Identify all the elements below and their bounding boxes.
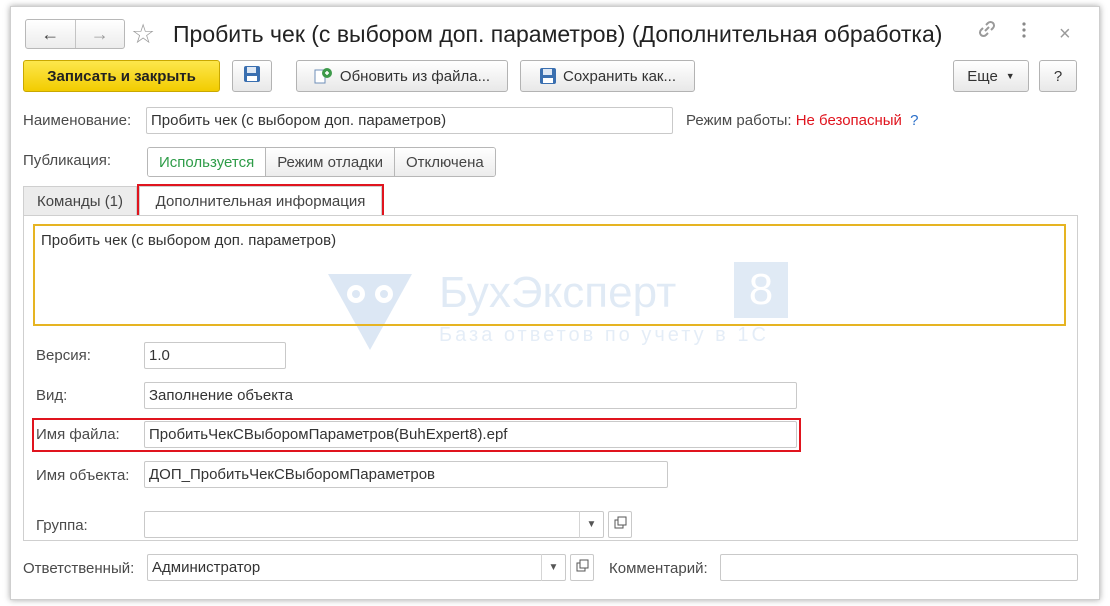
- description-textarea[interactable]: Пробить чек (с выбором доп. параметров): [33, 224, 1066, 326]
- forward-button[interactable]: →: [74, 20, 125, 48]
- open-window-icon: [614, 516, 627, 533]
- link-icon[interactable]: [977, 19, 997, 49]
- processing-window: ← → ☆ Пробить чек (с выбором доп. параме…: [10, 6, 1100, 600]
- group-field[interactable]: [144, 511, 604, 538]
- save-and-close-button[interactable]: Записать и закрыть: [23, 60, 220, 92]
- save-as-label: Сохранить как...: [562, 67, 676, 85]
- floppy-disk-icon: [243, 65, 261, 87]
- navigation-buttons: ← →: [25, 19, 125, 49]
- watermark-tagline: База ответов по учету в 1С: [439, 324, 769, 346]
- publication-option-debug[interactable]: Режим отладки: [265, 148, 394, 176]
- tab-additional-info[interactable]: Дополнительная информация: [137, 184, 384, 218]
- name-field[interactable]: Пробить чек (с выбором доп. параметров): [146, 107, 673, 134]
- save-button[interactable]: [232, 60, 272, 92]
- tab-additional-info-label: Дополнительная информация: [155, 193, 366, 210]
- save-as-icon: [539, 67, 557, 85]
- responsible-label: Ответственный:: [23, 560, 135, 577]
- mode-label: Режим работы: Не безопасный ?: [686, 111, 918, 131]
- comment-label: Комментарий:: [609, 560, 708, 577]
- save-as-button[interactable]: Сохранить как...: [520, 60, 695, 92]
- tab-panel: БухЭксперт 8 База ответов по учету в 1С …: [23, 215, 1078, 541]
- update-from-file-icon: [314, 67, 334, 85]
- help-label: ?: [1053, 67, 1063, 85]
- tab-commands[interactable]: Команды (1): [23, 186, 137, 216]
- update-from-file-label: Обновить из файла...: [339, 67, 491, 85]
- save-and-close-label: Записать и закрыть: [47, 67, 196, 85]
- mode-help-link[interactable]: ?: [910, 112, 918, 129]
- back-button[interactable]: ←: [26, 20, 75, 48]
- close-icon[interactable]: ×: [1059, 19, 1071, 49]
- more-vertical-icon[interactable]: [1021, 19, 1027, 49]
- publication-option-disabled[interactable]: Отключена: [393, 148, 495, 176]
- open-window-icon: [576, 559, 589, 576]
- name-label: Наименование:: [23, 112, 132, 129]
- group-dropdown-button[interactable]: ▼: [579, 511, 603, 538]
- favorite-star-icon[interactable]: ☆: [131, 19, 155, 49]
- chevron-down-icon: ▼: [1005, 71, 1015, 81]
- objectname-field[interactable]: ДОП_ПробитьЧекСВыборомПараметров: [144, 461, 668, 488]
- group-open-button[interactable]: [608, 511, 632, 538]
- publication-option-used[interactable]: Используется: [148, 148, 266, 176]
- arrow-right-icon: →: [90, 23, 109, 44]
- filename-field[interactable]: ПробитьЧекСВыборомПараметров(BuhExpert8)…: [144, 421, 797, 448]
- publication-label: Публикация:: [23, 152, 111, 169]
- more-label: Еще: [967, 67, 998, 85]
- version-field[interactable]: 1.0: [144, 342, 286, 369]
- arrow-left-icon: ←: [41, 23, 60, 44]
- responsible-field[interactable]: Администратор: [147, 554, 566, 581]
- more-button[interactable]: Еще ▼: [953, 60, 1029, 92]
- responsible-dropdown-button[interactable]: ▼: [541, 554, 565, 581]
- tab-commands-label: Команды (1): [36, 193, 124, 210]
- mode-value[interactable]: Не безопасный: [796, 112, 902, 129]
- chevron-down-icon: ▼: [548, 562, 559, 573]
- responsible-open-button[interactable]: [570, 554, 594, 581]
- group-label: Группа:: [36, 517, 88, 534]
- comment-field[interactable]: [720, 554, 1078, 581]
- help-button[interactable]: ?: [1039, 60, 1077, 92]
- chevron-down-icon: ▼: [586, 519, 597, 530]
- objectname-label: Имя объекта:: [36, 467, 130, 484]
- kind-label: Вид:: [36, 387, 68, 404]
- update-from-file-button[interactable]: Обновить из файла...: [296, 60, 508, 92]
- window-title: Пробить чек (с выбором доп. параметров) …: [173, 21, 943, 47]
- filename-label: Имя файла:: [36, 426, 120, 443]
- publication-switch: Используется Режим отладки Отключена: [147, 147, 496, 177]
- mode-label-text: Режим работы:: [686, 112, 792, 129]
- kind-field[interactable]: Заполнение объекта: [144, 382, 797, 409]
- version-label: Версия:: [36, 347, 91, 364]
